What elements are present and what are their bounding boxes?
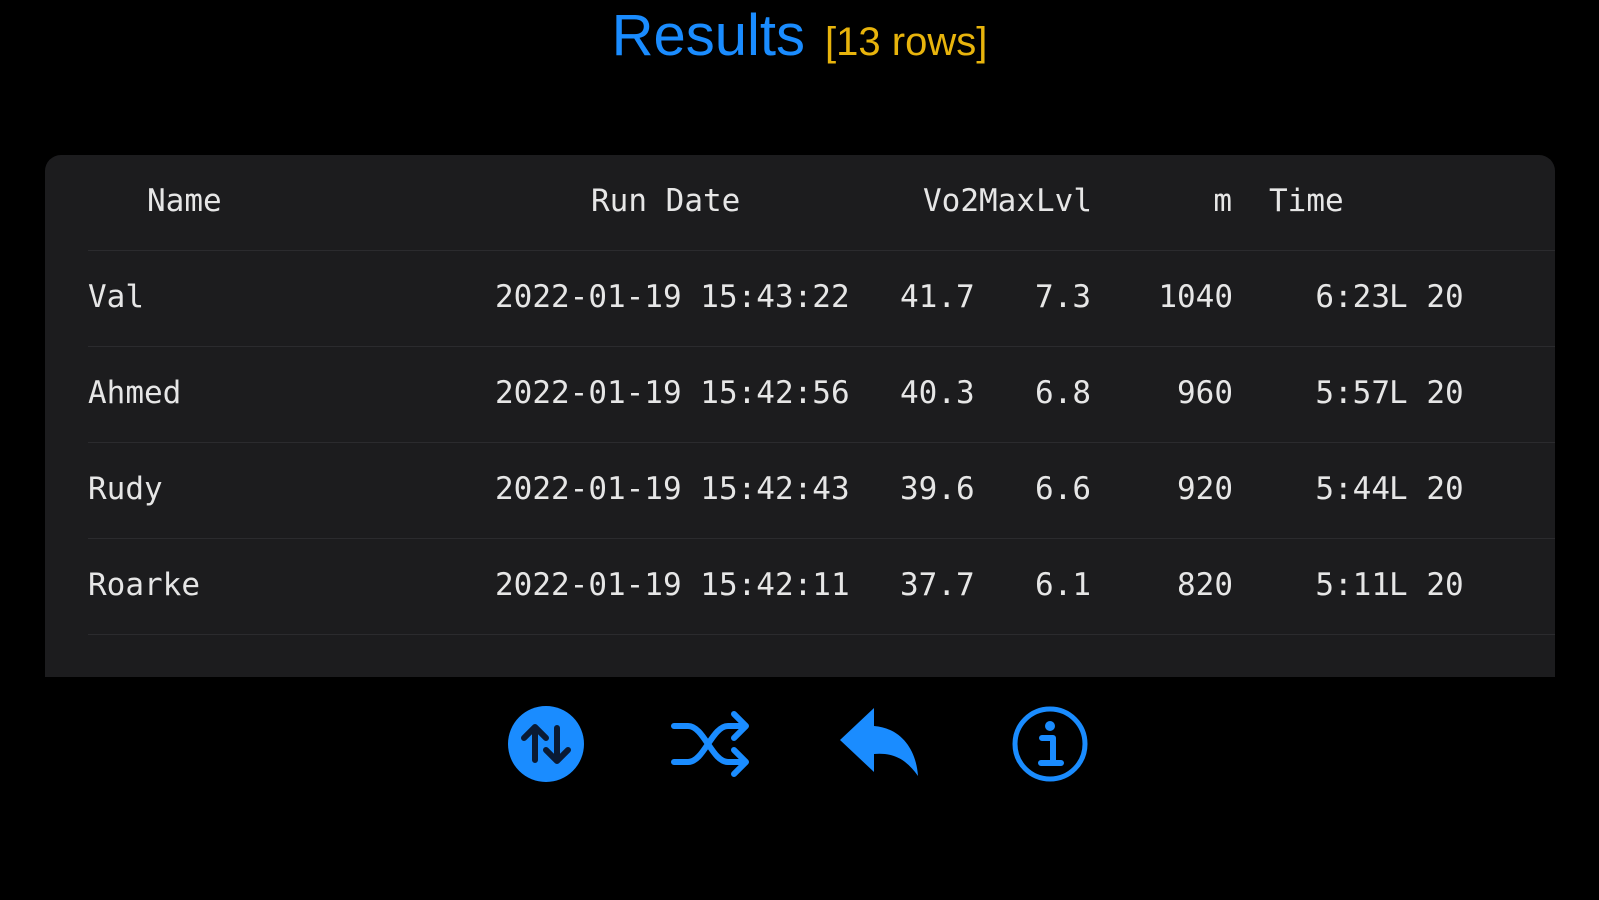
- cell-lvl: 6.1: [1035, 567, 1091, 603]
- cell-stage: L 20: [1389, 375, 1464, 411]
- cell-lvl: 7.3: [1035, 279, 1091, 315]
- cell-stage: L 20: [1389, 471, 1464, 507]
- table-row[interactable]: Ahmed 2022-01-19 15:42:56 40.3 6.8 960 5…: [45, 347, 1555, 443]
- cell-run-date: 2022-01-19 15:42:11: [495, 567, 850, 603]
- cell-stage: L 20: [1389, 279, 1464, 315]
- cell-run-date: 2022-01-19 15:42:56: [495, 375, 850, 411]
- results-header: Results [13 rows]: [0, 2, 1599, 69]
- reply-arrow-icon: [840, 708, 918, 776]
- cell-stage: L 20: [1389, 567, 1464, 603]
- table-row[interactable]: Roarke 2022-01-19 15:42:11 37.7 6.1 820 …: [45, 539, 1555, 635]
- info-button[interactable]: [1010, 704, 1090, 784]
- cell-run-date: 2022-01-19 15:42:43: [495, 471, 850, 507]
- page-title: Results: [611, 3, 806, 68]
- cell-name: Val: [88, 279, 144, 315]
- column-header-vo2max[interactable]: Vo2Max: [923, 183, 1035, 219]
- cell-lvl: 6.8: [1035, 375, 1091, 411]
- cell-vo2max: 41.7: [900, 279, 975, 315]
- cell-vo2max: 37.7: [900, 567, 975, 603]
- info-circle-icon: [1012, 706, 1088, 782]
- cell-time: 5:44: [1315, 471, 1390, 507]
- table-row[interactable]: Val 2022-01-19 15:43:22 41.7 7.3 1040 6:…: [45, 251, 1555, 347]
- cell-name: Ahmed: [88, 375, 182, 411]
- cell-vo2max: 39.6: [900, 471, 975, 507]
- sort-button[interactable]: [506, 704, 586, 784]
- cell-time: 5:11: [1315, 567, 1390, 603]
- cell-time: 6:23: [1315, 279, 1390, 315]
- reply-button[interactable]: [840, 704, 920, 784]
- column-header-lvl[interactable]: Lvl: [1036, 183, 1092, 219]
- cell-run-date: 2022-01-19 15:43:22: [495, 279, 850, 315]
- cell-m: 820: [1177, 567, 1233, 603]
- column-header-run-date[interactable]: Run Date: [591, 183, 740, 219]
- cell-lvl: 6.6: [1035, 471, 1091, 507]
- column-header-name[interactable]: Name: [147, 183, 222, 219]
- cell-name: Rudy: [88, 471, 163, 507]
- column-header-time[interactable]: Time: [1269, 183, 1344, 219]
- shuffle-icon: [671, 711, 749, 777]
- results-table[interactable]: Name Run Date Vo2Max Lvl m Time Val 2022…: [45, 155, 1555, 677]
- shuffle-button[interactable]: [670, 704, 750, 784]
- cell-m: 1040: [1158, 279, 1233, 315]
- table-row[interactable]: Rudy 2022-01-19 15:42:43 39.6 6.6 920 5:…: [45, 443, 1555, 539]
- table-header: Name Run Date Vo2Max Lvl m Time: [45, 155, 1555, 251]
- cell-vo2max: 40.3: [900, 375, 975, 411]
- cell-m: 920: [1177, 471, 1233, 507]
- cell-name: Roarke: [88, 567, 200, 603]
- sort-arrows-circle-icon: [508, 706, 584, 782]
- cell-m: 960: [1177, 375, 1233, 411]
- column-header-m[interactable]: m: [1213, 183, 1232, 219]
- row-count-label: [13 rows]: [825, 20, 988, 64]
- bottom-toolbar: [0, 704, 1599, 784]
- cell-time: 5:57: [1315, 375, 1390, 411]
